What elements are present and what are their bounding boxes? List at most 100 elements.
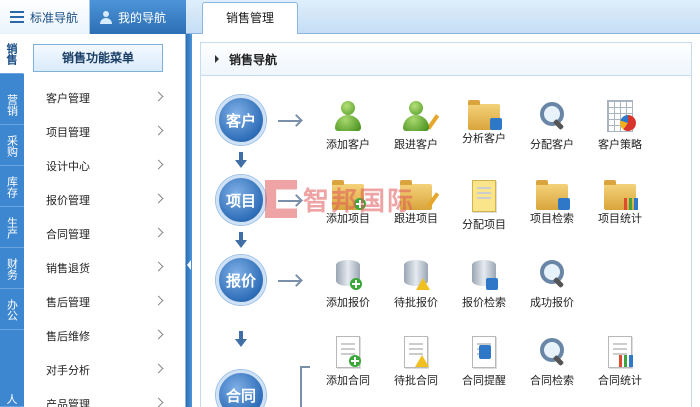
tool-label: 合同检索 [530,374,574,387]
tool-label: 项目检索 [530,212,574,225]
triangle-right-icon [215,55,219,63]
content-area: 销售导航 客户 项目 报价 合同 添加客户 跟进客户 分析客户 分配客户 客户策… [192,34,700,407]
tool-successful-quote[interactable]: 成功报价 [520,258,584,310]
tool-label: 报价检索 [462,296,506,309]
tool-label: 合同提醒 [462,374,506,387]
tool-label: 分析客户 [462,132,506,145]
watermark-text: 智邦国际 [303,186,416,217]
tab-standard-nav-label: 标准导航 [30,10,79,25]
module-tab-label: 销售 [5,42,18,65]
pending-contract-icon [404,336,429,368]
add-quote-icon [336,258,362,290]
menu-item-label: 产品管理 [46,398,90,407]
menu-item-returns[interactable]: 销售退货 [46,251,164,285]
menu-item-label: 售后维修 [46,330,90,343]
menu-item-project[interactable]: 项目管理 [46,115,164,149]
menu-item-quote[interactable]: 报价管理 [46,183,164,217]
module-tab-label: 营销 [5,93,19,116]
tool-add-contract[interactable]: 添加合同 [316,336,380,388]
module-tab-sales[interactable]: 销售 [0,34,24,74]
watermark: 智邦国际 [265,180,415,218]
chevron-right-icon [153,227,164,238]
tool-label: 待批报价 [394,296,438,309]
customer-strategy-icon [607,100,636,132]
section-title: 销售导航 [229,52,278,67]
arrow-down-icon [235,331,247,347]
assign-project-icon [472,180,496,212]
analyze-customer-icon [468,100,502,130]
menu-item-label: 客户管理 [46,92,90,105]
menu-item-product[interactable]: 产品管理 [46,387,164,407]
tool-add-customer[interactable]: 添加客户 [316,100,380,152]
menu-item-customer[interactable]: 客户管理 [46,81,164,115]
tool-add-quote[interactable]: 添加报价 [316,258,380,310]
menu-item-competitor[interactable]: 对手分析 [46,353,164,387]
menu-item-label: 设计中心 [46,160,90,173]
search-quote-icon [472,258,498,290]
module-tabs: 销售 营销 采购 库存 生产 财务 办公 人 [0,34,24,407]
tool-label: 待批合同 [394,374,438,387]
module-tab-marketing[interactable]: 营销 [0,85,24,125]
add-contract-icon [336,336,361,368]
module-tab-office[interactable]: 办公 [0,290,24,330]
tool-follow-customer[interactable]: 跟进客户 [384,100,448,152]
module-tab-inventory[interactable]: 库存 [0,167,24,207]
bracket-connector [300,366,310,407]
watermark-logo-icon [265,180,297,218]
tool-customer-strategy[interactable]: 客户策略 [588,100,652,152]
tool-assign-project[interactable]: 分配项目 [452,180,516,232]
chevron-right-icon [153,329,164,340]
chevron-right-icon [153,295,164,306]
pending-quote-icon [404,258,430,290]
tab-standard-nav[interactable]: 标准导航 [0,0,90,34]
menu-item-label: 销售退货 [46,262,90,275]
follow-customer-icon [400,100,440,132]
stage-label: 客户 [225,111,256,130]
person-icon [100,10,112,24]
tool-analyze-customer[interactable]: 分析客户 [452,100,516,146]
assign-customer-icon [536,100,568,132]
menu-item-design[interactable]: 设计中心 [46,149,164,183]
tool-label: 合同统计 [598,374,642,387]
tool-pending-quote[interactable]: 待批报价 [384,258,448,310]
search-contract-icon [536,336,568,368]
chevron-right-icon [153,397,164,407]
tool-search-project[interactable]: 项目检索 [520,180,584,226]
tool-label: 添加合同 [326,374,370,387]
chevron-right-icon [153,193,164,204]
contract-reminder-icon [472,336,496,368]
chevron-right-icon [153,125,164,136]
tab-my-nav[interactable]: 我的导航 [90,0,186,34]
menu-item-label: 售后管理 [46,296,90,309]
tool-pending-contract[interactable]: 待批合同 [384,336,448,388]
module-tab-hr[interactable]: 人 [0,331,24,407]
menu-item-label: 对手分析 [46,364,90,377]
arrow-down-icon [235,232,247,248]
tool-assign-customer[interactable]: 分配客户 [520,100,584,152]
tab-sales-management[interactable]: 销售管理 [202,2,298,35]
menu-item-repair[interactable]: 售后维修 [46,319,164,353]
menu-item-contract[interactable]: 合同管理 [46,217,164,251]
arrow-down-icon [235,152,247,168]
module-tab-production[interactable]: 生产 [0,208,24,248]
chevron-right-icon [153,91,164,102]
module-tab-purchasing[interactable]: 采购 [0,126,24,166]
section-header: 销售导航 [200,42,692,76]
menu-item-aftersales[interactable]: 售后管理 [46,285,164,319]
stage-label: 项目 [225,191,256,210]
menu-item-label: 项目管理 [46,126,90,139]
tool-project-stats[interactable]: 项目统计 [588,180,652,226]
arrow-right-icon [278,280,300,282]
stage-customer[interactable]: 客户 [216,95,266,145]
list-icon [10,11,24,23]
tool-contract-stats[interactable]: 合同统计 [588,336,652,388]
module-tab-finance[interactable]: 财务 [0,249,24,289]
collapse-arrow-icon[interactable] [187,260,191,270]
tool-search-quote[interactable]: 报价检索 [452,258,516,310]
add-customer-icon [332,100,364,132]
stage-project[interactable]: 项目 [216,175,266,225]
tool-search-contract[interactable]: 合同检索 [520,336,584,388]
menu-header: 销售功能菜单 [33,44,163,72]
stage-quote[interactable]: 报价 [216,255,266,305]
tool-contract-reminder[interactable]: 合同提醒 [452,336,516,388]
